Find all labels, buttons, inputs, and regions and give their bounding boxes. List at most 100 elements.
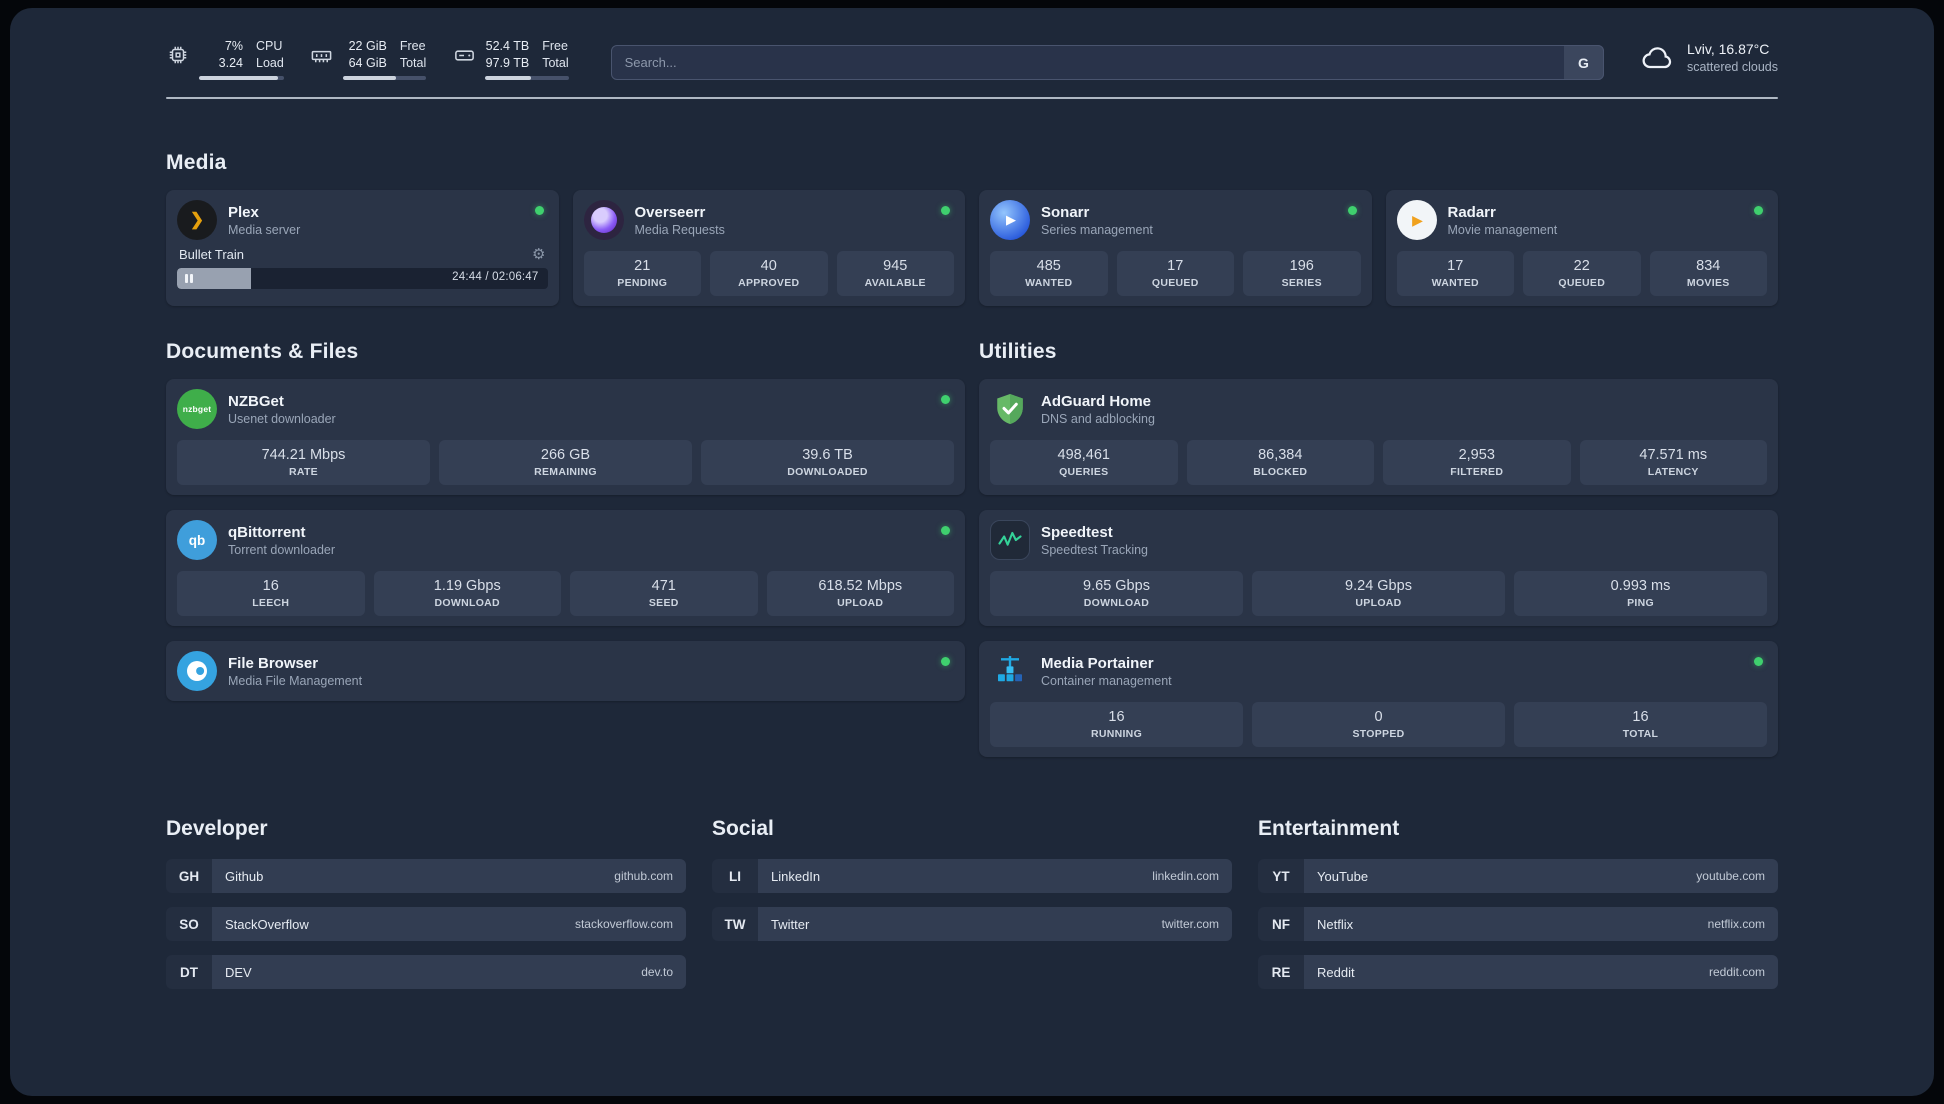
stat-tile: 618.52 Mbps UPLOAD [766,571,954,616]
memory-free-label: Free [399,39,426,53]
bookmark-domain: github.com [614,869,673,883]
status-dot [941,395,950,404]
stat-value: 744.21 Mbps [261,447,346,463]
playback-progress-bar[interactable]: 24:44 / 02:06:47 [177,268,548,289]
service-subtitle: Usenet downloader [228,411,336,426]
service-name: Overseerr [634,203,706,221]
stat-value: 485 [1036,258,1061,274]
stat-value: 21 [634,258,651,274]
service-subtitle: Series management [1041,222,1153,237]
bookmark-stackoverflow[interactable]: SO StackOverflow stackoverflow.com [166,907,686,941]
bookmark-linkedin[interactable]: LI LinkedIn linkedin.com [712,859,1232,893]
section-title-utilities: Utilities [979,340,1057,363]
stat-value: 266 GB [540,447,591,463]
overseerr-card[interactable]: Overseerr Media Requests 21 PENDING 40 A… [572,190,965,306]
bookmark-reddit[interactable]: RE Reddit reddit.com [1258,955,1778,989]
cloud-icon [1640,40,1676,76]
portainer-card[interactable]: Media Portainer Container management 16 … [979,641,1778,757]
status-dot [941,526,950,535]
stat-tile: 744.21 Mbps RATE [177,440,430,485]
bookmark-github[interactable]: GH Github github.com [166,859,686,893]
service-subtitle: Media File Management [228,673,363,688]
search-provider-button[interactable]: G [1563,45,1604,80]
now-playing-title: Bullet Train [179,247,245,262]
adguard-shield-icon [990,389,1030,429]
stat-value: 9.24 Gbps [1345,578,1412,594]
bookmark-domain: twitter.com [1161,917,1219,931]
stat-tile: 0.993 ms PING [1514,571,1767,616]
section-title-media: Media [166,151,227,174]
service-subtitle: Movie management [1447,222,1558,237]
cpu-usage-value: 7% [224,39,243,53]
service-subtitle: DNS and adblocking [1041,411,1155,426]
bookmark-abbr: SO [166,907,212,941]
bookmark-abbr: DT [166,955,212,989]
stat-value: 40 [760,258,777,274]
stat-value: 196 [1289,258,1314,274]
stat-value: 498,461 [1057,447,1110,463]
plex-icon: ❯ [177,200,217,240]
stat-label: AVAILABLE [864,277,926,289]
status-dot [1347,206,1357,215]
bookmark-abbr: RE [1258,955,1304,989]
plex-card[interactable]: ❯ Plex Media server Bullet Train ⚙ 24:44… [166,190,559,306]
nzbget-card[interactable]: nzbget NZBGet Usenet downloader 744.21 M… [166,379,965,495]
memory-total-value: 64 GiB [348,56,387,70]
settings-gear-icon[interactable]: ⚙ [532,247,545,262]
stat-label: UPLOAD [1355,597,1402,609]
search-input[interactable] [610,45,1604,80]
stat-label: QUEUED [1151,277,1199,289]
cpu-usage-bar [199,76,284,80]
sonarr-card[interactable]: ▶ Sonarr Series management 485 WANTED 17 [979,190,1372,306]
stat-label: RUNNING [1090,728,1143,740]
bookmark-domain: linkedin.com [1152,869,1219,883]
service-name: Sonarr [1041,203,1090,221]
stat-label: DOWNLOADED [787,466,868,478]
stat-value: 618.52 Mbps [818,578,903,594]
bookmark-netflix[interactable]: NF Netflix netflix.com [1258,907,1778,941]
pause-icon[interactable] [185,274,193,283]
section-media: Media ❯ Plex Media server Bullet Train ⚙ [166,151,1778,306]
stat-tile: 47.571 ms LATENCY [1579,440,1767,485]
stat-tile: 22 QUEUED [1523,251,1641,296]
stat-label: LEECH [252,597,290,609]
bookmark-name: Netflix [1317,916,1354,932]
filebrowser-card[interactable]: File Browser Media File Management [166,641,965,701]
stat-label: APPROVED [738,277,800,289]
radarr-card[interactable]: ▶ Radarr Movie management 17 WANTED 22 Q… [1385,190,1778,306]
stat-tile: 834 MOVIES [1649,251,1767,296]
weather-widget: Lviv, 16.87°C scattered clouds [1640,40,1778,76]
stat-label: MOVIES [1686,277,1730,289]
stat-label: DOWNLOAD [434,597,500,609]
stat-value: 86,384 [1258,447,1303,463]
stat-tile: 196 SERIES [1243,251,1361,296]
service-name: qBittorrent [228,523,306,541]
disk-icon [452,44,476,80]
section-utilities: Utilities AdGuard Home DNS and adblockin… [979,340,1778,757]
bookmark-twitter[interactable]: TW Twitter twitter.com [712,907,1232,941]
header-divider [166,97,1778,99]
stat-label: WANTED [1025,277,1073,289]
cpu-widget: 7% 3.24 CPU Load [166,38,284,80]
filebrowser-icon [177,651,217,691]
bookmark-group-title: Developer [166,817,268,840]
stat-tile: 16 RUNNING [990,702,1243,747]
disk-free-label: Free [542,39,568,53]
stat-value: 16 [1632,709,1649,725]
qbittorrent-card[interactable]: qb qBittorrent Torrent downloader 16 LEE… [166,510,965,626]
stat-value: 22 [1573,258,1590,274]
stat-label: PING [1627,597,1654,609]
stat-label: RATE [288,466,318,478]
stat-label: QUERIES [1059,466,1109,478]
stat-value: 2,953 [1458,447,1495,463]
bookmark-domain: netflix.com [1707,917,1765,931]
bookmark-youtube[interactable]: YT YouTube youtube.com [1258,859,1778,893]
stat-label: LATENCY [1647,466,1699,478]
search-bar: G [610,45,1604,80]
bookmark-domain: stackoverflow.com [574,917,673,931]
bookmark-dev[interactable]: DT DEV dev.to [166,955,686,989]
adguard-card[interactable]: AdGuard Home DNS and adblocking 498,461 … [979,379,1778,495]
bookmark-name: Github [225,868,264,884]
stat-tile: 2,953 FILTERED [1383,440,1571,485]
speedtest-card[interactable]: Speedtest Speedtest Tracking 9.65 Gbps D… [979,510,1778,626]
